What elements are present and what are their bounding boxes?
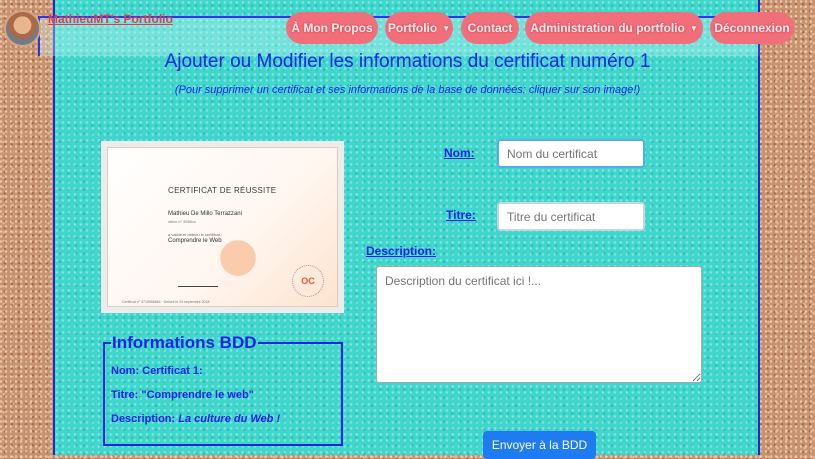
nav-deconnexion[interactable]: Déconnexion [710,12,794,44]
nav-deconnexion-label: Déconnexion [714,21,790,35]
info-bdd-box: Informations BDD Nom: Certificat 1: Titr… [103,333,343,446]
signature-icon [178,276,218,287]
page-title: Ajouter ou Modifier les informations du … [164,51,651,72]
page-subtitle: (Pour supprimer un certificat et ses inf… [174,84,641,96]
info-titre-value: "Comprendre le web" [141,389,254,401]
certificate-document: CERTIFICAT DE RÉUSSITE Mathieu De Millo … [107,147,338,307]
chevron-down-icon: ▼ [442,23,451,33]
info-titre: Titre: "Comprendre le web" [111,389,341,401]
certificate-image[interactable]: CERTIFICAT DE RÉUSSITE Mathieu De Millo … [101,141,344,313]
nav-a-mon-propos-label: À Mon Propos [291,21,373,35]
description-label: Description: [366,244,437,258]
certificate-logo-text: OC [301,276,315,286]
titre-label: Titre: [446,208,476,222]
nav-portfolio-label: Portfolio [387,21,438,35]
certificate-title: CERTIFICAT DE RÉUSSITE [168,186,277,195]
nav-a-mon-propos[interactable]: À Mon Propos [286,12,378,44]
nav-portfolio[interactable]: Portfolio ▼ [385,12,453,44]
certificate-footer: Certificat n° 4715568664 · Délivré le 24… [122,300,210,304]
titre-input[interactable] [497,202,645,231]
info-nom: Nom: Certificat 1: [111,365,341,377]
info-description: Description: La culture du Web ! [111,413,341,425]
info-nom-label: Nom: [111,365,140,377]
openclassrooms-logo: OC [292,265,324,297]
info-bdd-legend: Informations BDD [112,333,257,352]
info-titre-label: Titre: [111,389,139,401]
avatar[interactable] [4,10,41,47]
nom-label: Nom: [444,146,475,160]
certificate-seal-icon [213,228,263,288]
nav-administration-label: Administration du portfolio [530,21,685,35]
certificate-id: cblxx n° 3556xx [168,219,197,224]
description-textarea[interactable] [376,266,702,383]
info-nom-value: Certificat 1: [142,365,203,377]
brand-link[interactable]: MathieuMT's Portfolio [48,12,173,26]
navbar: MathieuMT's Portfolio À Mon Propos Portf… [0,0,815,58]
certificate-course: Comprendre le Web [168,238,222,244]
certificate-recipient: Mathieu De Millo Terrazzani [168,211,242,217]
nom-input[interactable] [497,139,645,168]
info-description-value: La culture du Web ! [178,413,281,425]
info-description-label: Description: [111,413,176,425]
nav-contact-label: Contact [467,21,513,35]
nav-contact[interactable]: Contact [461,12,519,44]
chevron-down-icon: ▼ [689,23,698,33]
certificate-text: a validé et obtenu le certificat : [168,232,223,237]
nav-administration[interactable]: Administration du portfolio ▼ [525,12,703,44]
